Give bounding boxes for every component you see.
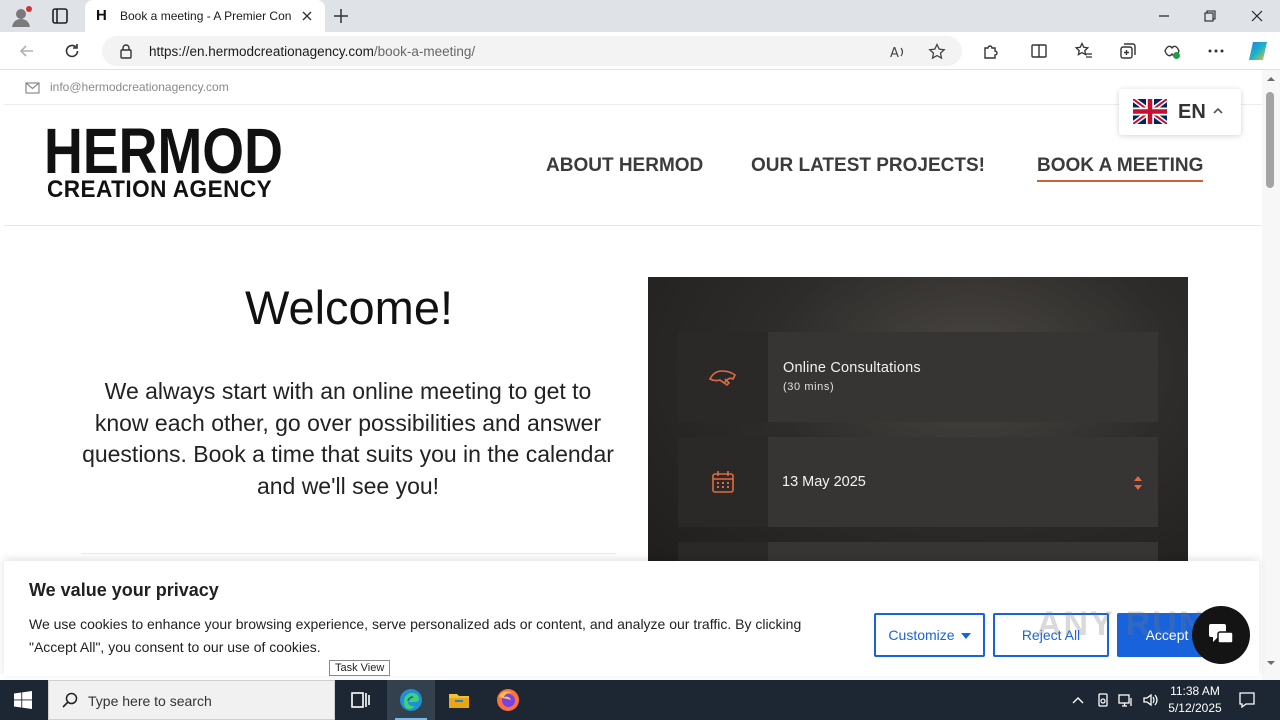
cookie-title: We value your privacy (29, 580, 219, 600)
system-clock[interactable]: 11:38 AM 5/12/2025 (1160, 683, 1230, 717)
tab-title: Book a meeting - A Premier Con (120, 9, 292, 23)
welcome-heading: Welcome! (244, 281, 454, 334)
edge-taskbar-button[interactable] (387, 680, 435, 720)
windows-start-icon[interactable] (14, 691, 32, 709)
clock-time: 11:38 AM (1170, 684, 1220, 698)
mail-icon (25, 82, 40, 94)
nav-book-a-meeting[interactable]: BOOK A MEETING (1037, 155, 1204, 182)
lock-icon[interactable] (119, 43, 133, 59)
language-switcher[interactable]: EN (1119, 89, 1241, 135)
browser-essentials-icon[interactable] (1163, 42, 1181, 60)
scroll-up-icon[interactable] (1266, 74, 1276, 84)
date-selector[interactable]: 13 May 2025 (678, 437, 1158, 527)
customize-button[interactable]: Customize (874, 613, 985, 657)
file-explorer-button[interactable] (435, 680, 483, 720)
logo-line-2: CREATION AGENCY (47, 176, 273, 203)
device-icon[interactable] (1095, 692, 1111, 708)
close-tab-icon[interactable] (300, 9, 314, 23)
nav-latest-projects[interactable]: OUR LATEST PROJECTS! (751, 155, 985, 177)
close-window-icon[interactable] (1249, 8, 1265, 24)
service-icon-cell (678, 332, 768, 422)
logo-line-1: HERMOD (44, 115, 283, 187)
firefox-button[interactable] (484, 680, 532, 720)
split-screen-icon[interactable] (1030, 42, 1048, 60)
read-aloud-icon[interactable]: A (889, 43, 907, 61)
back-icon[interactable] (18, 42, 36, 60)
windows-taskbar: Type here to search 11:38 AM 5/12/2025 (0, 680, 1280, 720)
copilot-icon[interactable] (1247, 40, 1269, 62)
url-text[interactable]: https://en.hermodcreationagency.com/book… (149, 44, 475, 59)
address-toolbar: https://en.hermodcreationagency.com/book… (0, 32, 1280, 70)
show-hidden-icons-chevron-up-icon[interactable] (1070, 692, 1086, 708)
service-selector[interactable]: Online Consultations (30 mins) (678, 332, 1158, 422)
date-icon-cell (678, 437, 768, 527)
task-view-tooltip: Task View (329, 660, 391, 676)
booking-widget: Online Consultations (30 mins) 13 May 20… (648, 277, 1188, 577)
notification-center-icon[interactable] (1238, 691, 1256, 709)
uk-flag-icon (1133, 99, 1167, 124)
task-view-button[interactable] (336, 680, 384, 720)
folder-icon (449, 694, 469, 708)
handshake-icon (708, 370, 737, 387)
caret-down-icon (960, 633, 971, 640)
anyrun-watermark: ANY RUN (1037, 605, 1206, 643)
browser-tab-active[interactable]: H Book a meeting - A Premier Con (85, 0, 325, 32)
service-title: Online Consultations (783, 360, 921, 376)
nav-about-hermod[interactable]: ABOUT HERMOD (546, 155, 703, 177)
refresh-icon[interactable] (63, 42, 81, 60)
clock-date: 5/12/2025 (1168, 701, 1222, 715)
site-header: HERMOD CREATION AGENCY ABOUT HERMOD OUR … (4, 105, 1262, 226)
url-bar[interactable]: https://en.hermodcreationagency.com/book… (102, 36, 962, 66)
svg-text:A: A (890, 46, 899, 61)
calendar-icon (712, 471, 734, 493)
taskbar-search-box[interactable]: Type here to search (48, 680, 335, 720)
page-scrollbar[interactable] (1262, 70, 1280, 680)
more-menu-icon[interactable] (1207, 42, 1225, 60)
scrollbar-thumb[interactable] (1266, 92, 1274, 188)
search-placeholder: Type here to search (88, 693, 212, 709)
cookie-text: We use cookies to enhance your browsing … (29, 616, 802, 655)
scroll-down-icon[interactable] (1266, 658, 1276, 668)
customize-label: Customize (888, 627, 955, 643)
new-tab-icon[interactable] (333, 8, 349, 24)
language-code: EN (1178, 101, 1206, 123)
tab-actions-icon[interactable] (50, 6, 70, 26)
favorite-star-icon[interactable] (928, 43, 946, 61)
restore-icon[interactable] (1202, 8, 1218, 24)
browser-tab-strip: H Book a meeting - A Premier Con (0, 0, 1280, 32)
favorites-icon[interactable] (1075, 42, 1093, 60)
chevron-up-icon (1213, 107, 1223, 114)
site-favicon: H (96, 7, 107, 24)
url-path: /book-a-meeting/ (373, 44, 476, 59)
search-icon (62, 692, 78, 708)
top-contact-bar: info@hermodcreationagency.com (4, 70, 1262, 105)
url-host: https://en.hermodcreationagency.com (149, 44, 374, 59)
selected-date: 13 May 2025 (782, 474, 866, 490)
task-view-icon (351, 692, 370, 708)
volume-icon[interactable] (1142, 692, 1158, 708)
collections-icon[interactable] (1119, 42, 1137, 60)
intro-text: We always start with an online meeting t… (82, 378, 614, 499)
chat-button[interactable] (1192, 606, 1250, 664)
service-duration: (30 mins) (783, 381, 835, 393)
contact-email[interactable]: info@hermodcreationagency.com (50, 80, 229, 94)
profile-icon[interactable] (10, 6, 32, 28)
edge-browser-icon (400, 689, 422, 711)
minimize-icon[interactable] (1156, 8, 1172, 24)
extensions-icon[interactable] (982, 42, 1000, 60)
chat-icon (1209, 624, 1234, 644)
firefox-icon (497, 689, 519, 711)
sort-arrows-icon[interactable] (1133, 475, 1143, 491)
network-icon[interactable] (1118, 692, 1134, 708)
